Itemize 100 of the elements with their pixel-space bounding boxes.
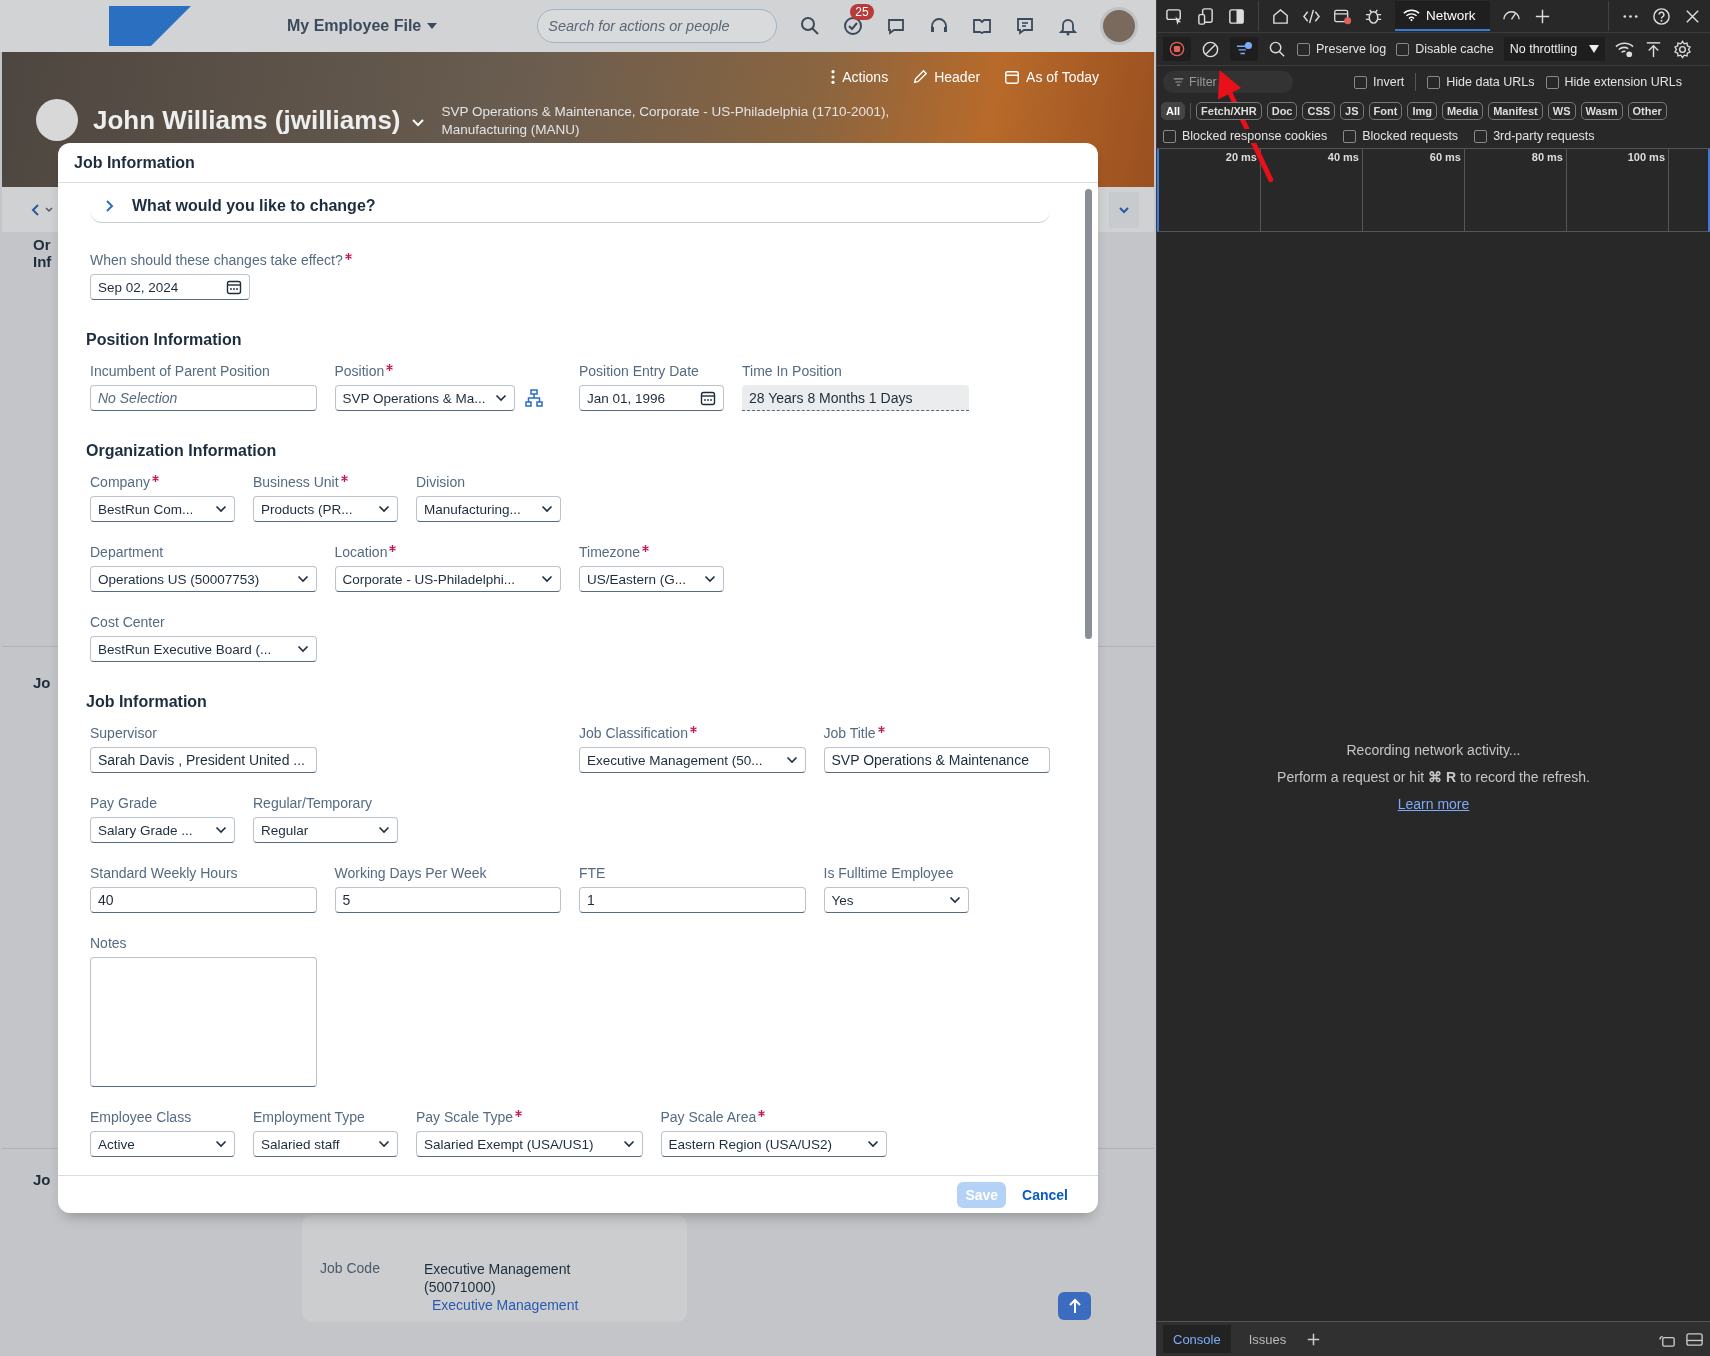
checkbox[interactable]: [1396, 42, 1410, 56]
dropdown[interactable]: SVP Operations & Ma...: [334, 385, 515, 411]
date-field[interactable]: Sep 02, 2024: [90, 274, 250, 300]
app-title-menu[interactable]: My Employee File: [287, 17, 438, 35]
actions-button[interactable]: Actions: [830, 69, 889, 85]
type-filter-chip[interactable]: Other: [1627, 102, 1667, 120]
text-field[interactable]: 1: [579, 887, 806, 913]
dropdown[interactable]: Corporate - US-Philadelphi...: [334, 566, 561, 592]
type-filter-chip[interactable]: WS: [1547, 102, 1576, 120]
cancel-button[interactable]: Cancel: [1014, 1181, 1076, 1208]
filter-toggle-button[interactable]: [1230, 37, 1258, 61]
header-button[interactable]: Header: [912, 69, 981, 85]
dropdown[interactable]: Regular: [253, 817, 398, 843]
job-code-label: Job Code: [320, 1260, 381, 1278]
dropdown[interactable]: BestRun Com...: [90, 496, 235, 522]
checkbox[interactable]: [1163, 129, 1176, 143]
checkbox[interactable]: [1343, 129, 1357, 143]
type-filter-chip[interactable]: Img: [1407, 102, 1437, 120]
dropdown[interactable]: Active: [90, 1131, 235, 1157]
type-filter-chip[interactable]: CSS: [1302, 102, 1336, 120]
dropdown[interactable]: Manufacturing...: [416, 496, 561, 522]
dropdown[interactable]: Salary Grade ...: [90, 817, 235, 843]
checkbox[interactable]: [1474, 129, 1488, 143]
field-label: Supervisor: [90, 725, 157, 741]
scroll-to-top-button[interactable]: [1058, 1292, 1091, 1320]
notes-field[interactable]: [90, 957, 317, 1087]
book-icon[interactable]: [972, 16, 993, 36]
dropdown[interactable]: Operations US (50007753): [90, 566, 317, 592]
date-field[interactable]: Jan 01, 1996: [579, 385, 724, 411]
timeline-tick-label: 40 ms: [1327, 151, 1359, 165]
calendar-icon[interactable]: [700, 390, 716, 406]
dock-icon[interactable]: [1227, 6, 1246, 26]
section-title: Or: [33, 236, 52, 253]
dropdown[interactable]: Salaried Exempt (USA/US1): [416, 1131, 643, 1157]
type-filter-chip[interactable]: Fetch/XHR: [1196, 102, 1262, 120]
chevron-left-icon[interactable]: [30, 202, 40, 217]
dropdown[interactable]: BestRun Executive Board (...: [90, 636, 317, 662]
dropdown[interactable]: Yes: [823, 887, 969, 913]
chevron-down-icon[interactable]: [410, 118, 425, 128]
check-circle-icon[interactable]: [843, 16, 864, 36]
search-icon[interactable]: [1268, 39, 1287, 59]
field-label: Notes: [90, 935, 127, 951]
chevron-down-icon: [378, 826, 390, 834]
section-heading: Organization Information: [86, 441, 278, 461]
type-filter-chip[interactable]: Wasm: [1580, 102, 1623, 120]
inspect-icon[interactable]: [1165, 6, 1184, 26]
timeline-tick-label: 20 ms: [1225, 151, 1257, 165]
chevron-down-icon: [867, 1140, 879, 1148]
chevron-down-icon[interactable]: [44, 205, 54, 214]
as-of-today-button[interactable]: As of Today: [1004, 69, 1099, 85]
chevron-down-icon: [296, 645, 309, 653]
type-filter-chip[interactable]: Font: [1368, 102, 1403, 120]
record-button[interactable]: [1163, 37, 1191, 61]
type-filter-chip[interactable]: Media: [1441, 102, 1484, 120]
help-icon[interactable]: [1652, 6, 1671, 26]
device-icon[interactable]: [1196, 6, 1215, 26]
search-field[interactable]: Search for actions or people: [537, 9, 778, 43]
wifi-settings-icon[interactable]: [1615, 39, 1635, 59]
calendar-icon[interactable]: [226, 279, 242, 295]
bell-icon[interactable]: [1058, 16, 1079, 36]
job-code-link[interactable]: Executive Management: [424, 1296, 579, 1314]
clear-icon[interactable]: [1201, 39, 1220, 59]
text-field[interactable]: Sarah Davis , President United ...: [90, 747, 317, 773]
user-avatar[interactable]: [1100, 7, 1139, 45]
drawer-tab[interactable]: Issues: [1238, 1325, 1297, 1353]
dropdown[interactable]: Executive Management (50...: [579, 747, 806, 773]
checkbox[interactable]: [1354, 75, 1367, 89]
throttling-dropdown[interactable]: No throttling: [1503, 37, 1606, 61]
search-icon[interactable]: [800, 16, 821, 36]
chevron-down-icon: [704, 575, 716, 583]
type-filter-chip[interactable]: Doc: [1266, 102, 1298, 120]
checkbox[interactable]: [1545, 75, 1559, 89]
feedback-icon[interactable]: [1015, 16, 1036, 36]
change-expander[interactable]: What would you like to change?: [90, 189, 1050, 223]
type-filter-chip[interactable]: JS: [1340, 102, 1364, 120]
section-title: Jo: [33, 674, 52, 691]
text-field[interactable]: No Selection: [90, 385, 317, 411]
text-field[interactable]: 5: [334, 887, 561, 913]
drawer-tab[interactable]: Console: [1163, 1325, 1231, 1353]
field-label: Location: [334, 544, 388, 560]
org-chart-icon[interactable]: [525, 389, 543, 407]
text-field[interactable]: SVP Operations & Maintenance: [823, 747, 1050, 773]
settings-icon[interactable]: [1673, 39, 1693, 59]
checkbox-label: Disable cache: [1415, 42, 1494, 56]
type-filter-chip[interactable]: All: [1161, 102, 1186, 120]
wifi-icon: [1403, 8, 1420, 22]
home-icon[interactable]: [1271, 6, 1290, 26]
checkbox[interactable]: [1297, 42, 1310, 56]
checkbox[interactable]: [1427, 75, 1441, 89]
type-filter-chip[interactable]: Manifest: [1488, 102, 1543, 120]
network-tab[interactable]: Network: [1395, 1, 1490, 31]
learn-more-link[interactable]: Learn more: [1397, 796, 1470, 812]
section-title: Jo: [33, 1171, 52, 1188]
dropdown[interactable]: Eastern Region (USA/US2): [660, 1131, 887, 1157]
dropdown[interactable]: US/Eastern (G...: [579, 566, 724, 592]
dropdown[interactable]: Salaried staff: [253, 1131, 398, 1157]
dropdown[interactable]: Products (PR...: [253, 496, 398, 522]
chat-icon[interactable]: [886, 16, 907, 36]
filter-icon: [1173, 78, 1184, 86]
text-field[interactable]: 40: [90, 887, 317, 913]
